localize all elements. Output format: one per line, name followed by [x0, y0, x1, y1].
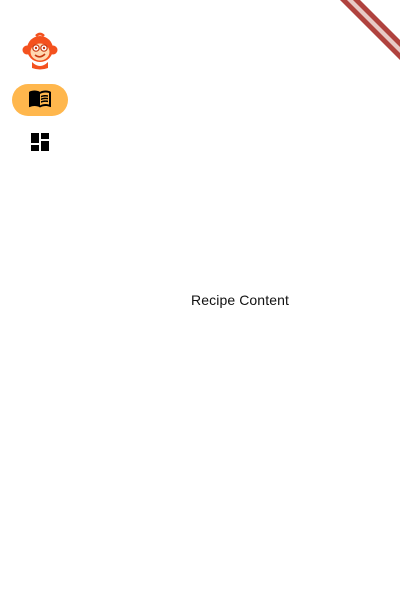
monkey-logo-icon — [22, 32, 58, 70]
debug-banner — [340, 0, 400, 60]
rail-destination-recipes[interactable] — [12, 84, 68, 116]
dashboard-icon — [28, 130, 52, 159]
rail-destination-dashboard[interactable] — [12, 128, 68, 160]
menu-book-icon — [28, 86, 52, 115]
recipe-content-text: Recipe Content — [191, 292, 289, 308]
navigation-rail — [0, 0, 80, 600]
app-window: Recipe Content — [0, 0, 400, 600]
recipe-content-area: Recipe Content — [80, 0, 400, 600]
